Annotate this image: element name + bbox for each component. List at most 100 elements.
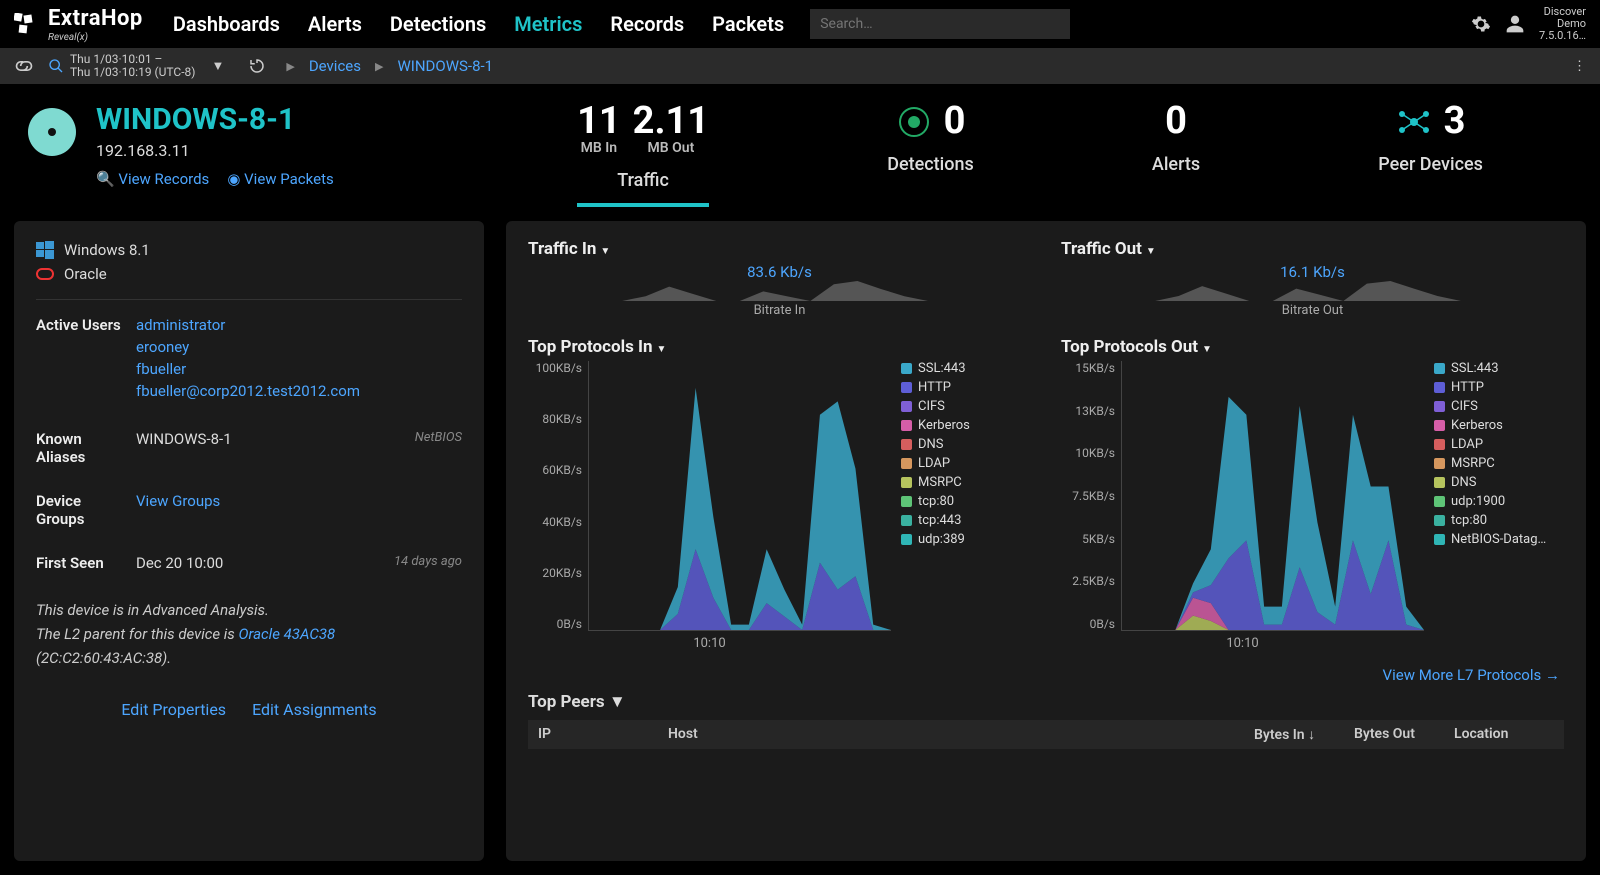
bitrate-out-value: 16.1 Kb/s xyxy=(1061,263,1564,281)
proto-in-title[interactable]: Top Protocols In▼ xyxy=(528,337,1031,357)
proto-in-legend: SSL:443 HTTP CIFS Kerberos DNS LDAP MSRPC tcp:8… xyxy=(901,361,1031,651)
groups-label: Device Groups xyxy=(36,492,122,528)
time-range-picker[interactable]: Thu 1/03·10:01 –Thu 1/03·10:19 (UTC-8) ▼ xyxy=(48,53,224,79)
col-location[interactable]: Location xyxy=(1454,726,1554,743)
nav-metrics[interactable]: Metrics xyxy=(514,12,582,36)
device-status-dot xyxy=(28,108,76,156)
view-records-link[interactable]: 🔍 View Records xyxy=(96,170,209,188)
legend-item[interactable]: tcp:80 xyxy=(901,494,1031,509)
legend-item[interactable]: DNS xyxy=(1434,475,1564,490)
crumb-sep-icon: ▶ xyxy=(286,60,294,73)
oracle-icon xyxy=(36,268,54,280)
breadcrumb: ▶ Devices ▶ WINDOWS-8-1 xyxy=(286,57,493,75)
proto-out-title[interactable]: Top Protocols Out▼ xyxy=(1061,337,1564,357)
view-more-protocols-link[interactable]: View More L7 Protocols → xyxy=(1383,666,1560,684)
nav-alerts[interactable]: Alerts xyxy=(308,12,362,36)
device-info-panel: Windows 8.1 Oracle Active Users administ… xyxy=(14,221,484,861)
search-icon: 🔍 xyxy=(96,170,118,188)
legend-item[interactable]: NetBIOS-Datag… xyxy=(1434,532,1564,547)
proto-out-chart[interactable]: 15KB/s13KB/s10KB/s7.5KB/s5KB/s2.5KB/s0B/… xyxy=(1061,361,1424,651)
arrow-right-icon: → xyxy=(1545,666,1560,684)
logo[interactable]: ExtraHop Reveal(x) xyxy=(14,6,143,43)
nav-dashboards[interactable]: Dashboards xyxy=(173,12,280,36)
record-icon: ◉ xyxy=(227,170,244,188)
bitrate-in-value: 83.6 Kb/s xyxy=(528,263,1031,281)
legend-item[interactable]: udp:389 xyxy=(901,532,1031,547)
col-ip[interactable]: IP xyxy=(538,726,668,743)
col-bytes-in[interactable]: Bytes In ↓ xyxy=(1254,726,1354,743)
legend-item[interactable]: HTTP xyxy=(1434,380,1564,395)
legend-item[interactable]: SSL:443 xyxy=(1434,361,1564,376)
device-name: WINDOWS-8-1 xyxy=(96,102,334,137)
legend-item[interactable]: MSRPC xyxy=(901,475,1031,490)
view-groups-link[interactable]: View Groups xyxy=(136,492,462,510)
view-packets-link[interactable]: ◉ View Packets xyxy=(227,170,333,188)
logo-subtext: Reveal(x) xyxy=(48,32,143,43)
chevron-down-icon: ▼ xyxy=(657,344,667,355)
sub-bar: Thu 1/03·10:01 –Thu 1/03·10:19 (UTC-8) ▼… xyxy=(0,48,1600,84)
device-ip: 192.168.3.11 xyxy=(96,141,334,160)
legend-item[interactable]: SSL:443 xyxy=(901,361,1031,376)
alias-type: NetBIOS xyxy=(415,430,462,466)
traffic-out-title[interactable]: Traffic Out▼ xyxy=(1061,239,1564,259)
legend-item[interactable]: LDAP xyxy=(901,456,1031,471)
legend-item[interactable]: Kerberos xyxy=(1434,418,1564,433)
stat-peers[interactable]: 3 Peer Devices xyxy=(1378,102,1483,207)
traffic-in-title[interactable]: Traffic In▼ xyxy=(528,239,1031,259)
edit-properties-link[interactable]: Edit Properties xyxy=(121,700,226,719)
legend-item[interactable]: tcp:443 xyxy=(901,513,1031,528)
legend-item[interactable]: CIFS xyxy=(1434,399,1564,414)
link-icon[interactable] xyxy=(14,59,34,73)
user-link[interactable]: fbueller@corp2012.test2012.com xyxy=(136,382,462,400)
crumb-devices[interactable]: Devices xyxy=(309,57,361,75)
nav-packets[interactable]: Packets xyxy=(712,12,784,36)
legend-item[interactable]: DNS xyxy=(901,437,1031,452)
legend-item[interactable]: CIFS xyxy=(901,399,1031,414)
first-seen-ago: 14 days ago xyxy=(394,554,462,572)
chevron-down-icon: ▼ xyxy=(600,246,610,257)
search-input[interactable] xyxy=(810,9,1070,39)
first-seen-value: Dec 20 10:00 xyxy=(136,554,223,572)
charts-panel: Traffic In▼ 83.6 Kb/s Bitrate In Traffic… xyxy=(506,221,1586,861)
top-peers-title[interactable]: Top Peers ▼ xyxy=(528,692,1564,712)
windows-icon xyxy=(36,241,54,259)
col-host[interactable]: Host xyxy=(668,726,1254,743)
user-link[interactable]: administrator xyxy=(136,316,462,334)
undo-icon[interactable] xyxy=(248,57,266,75)
proto-in-chart[interactable]: 100KB/s80KB/s60KB/s40KB/s20KB/s0B/s 10:1… xyxy=(528,361,891,651)
legend-item[interactable]: LDAP xyxy=(1434,437,1564,452)
legend-item[interactable]: tcp:80 xyxy=(1434,513,1564,528)
bitrate-in-label: Bitrate In xyxy=(528,303,1031,318)
nav-records[interactable]: Records xyxy=(610,12,684,36)
chevron-down-icon: ▼ xyxy=(1146,246,1156,257)
gear-icon[interactable] xyxy=(1471,14,1491,34)
analysis-note: This device is in Advanced Analysis. The… xyxy=(36,598,462,670)
proto-out-legend: SSL:443 HTTP CIFS Kerberos LDAP MSRPC DNS udp:1… xyxy=(1434,361,1564,651)
kebab-icon[interactable]: ⋮ xyxy=(1573,59,1586,74)
l2-parent-link[interactable]: Oracle 43AC38 xyxy=(238,625,335,643)
top-nav: ExtraHop Reveal(x) Dashboards Alerts Det… xyxy=(0,0,1600,48)
crumb-current[interactable]: WINDOWS-8-1 xyxy=(397,57,493,75)
legend-item[interactable]: Kerberos xyxy=(901,418,1031,433)
stat-traffic[interactable]: 11MB In 2.11MB Out Traffic xyxy=(577,102,709,207)
active-users-label: Active Users xyxy=(36,316,122,404)
col-bytes-out[interactable]: Bytes Out xyxy=(1354,726,1454,743)
peers-table-header: IP Host Bytes In ↓ Bytes Out Location xyxy=(528,720,1564,749)
user-link[interactable]: erooney xyxy=(136,338,462,356)
edit-assignments-link[interactable]: Edit Assignments xyxy=(252,700,377,719)
bitrate-in-sparkline xyxy=(528,281,928,301)
legend-item[interactable]: udp:1900 xyxy=(1434,494,1564,509)
stat-alerts[interactable]: 0 Alerts xyxy=(1152,102,1200,207)
stat-detections[interactable]: 0 Detections xyxy=(887,102,974,207)
user-link[interactable]: fbueller xyxy=(136,360,462,378)
legend-item[interactable]: HTTP xyxy=(901,380,1031,395)
legend-item[interactable]: MSRPC xyxy=(1434,456,1564,471)
search-icon xyxy=(48,58,64,74)
device-header: WINDOWS-8-1 192.168.3.11 🔍 View Records … xyxy=(0,84,1600,207)
nav-detections[interactable]: Detections xyxy=(390,12,486,36)
chevron-down-icon: ▼ xyxy=(211,58,224,74)
logo-text: ExtraHop xyxy=(48,6,143,31)
user-icon[interactable] xyxy=(1505,14,1525,34)
chevron-down-icon: ▼ xyxy=(609,692,626,712)
os-name: Windows 8.1 xyxy=(64,241,150,259)
